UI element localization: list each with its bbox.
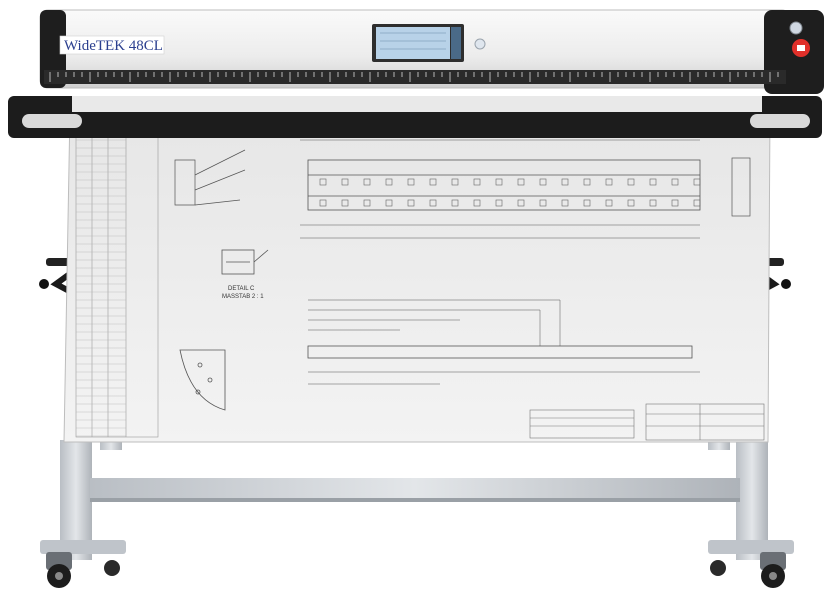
- scanner-body: WideTEK 48CL: [39, 9, 824, 94]
- stand-crossbar: [90, 478, 740, 500]
- scanner-product-photo: DETAIL C MASSTAB 2 : 1 WideTEK 48CL: [8, 9, 824, 588]
- stop-icon: [797, 45, 805, 51]
- paper-guide-left-roller: [22, 114, 82, 128]
- start-button[interactable]: [789, 21, 803, 35]
- stand-crossbar-shadow: [90, 498, 740, 502]
- caster-wheel-rear-left: [104, 560, 120, 576]
- stand-right-foot: [708, 540, 794, 554]
- brand-label: WideTEK 48CL: [64, 38, 163, 54]
- paper-guide: [8, 96, 822, 138]
- touchscreen-display[interactable]: [376, 27, 450, 59]
- touchscreen-sidebar[interactable]: [451, 27, 461, 59]
- caster-wheel-front-left-hub: [55, 572, 63, 580]
- paper-guide-right-roller: [750, 114, 810, 128]
- stand-right-arm-knob: [781, 279, 791, 289]
- power-button[interactable]: [474, 38, 486, 50]
- caster-wheels: [46, 552, 786, 588]
- stand-left-arm-knob: [39, 279, 49, 289]
- caster-wheel-front-right-hub: [769, 572, 777, 580]
- caster-wheel-rear-right: [710, 560, 726, 576]
- paper-document: DETAIL C MASSTAB 2 : 1: [63, 109, 771, 443]
- detail-c-label: DETAIL C: [228, 286, 255, 292]
- detail-c-scale: MASSTAB 2 : 1: [222, 294, 264, 300]
- paper-entry-sheet: [72, 96, 762, 112]
- stand-left-foot: [40, 540, 126, 554]
- scanner-scale-strip: [44, 70, 786, 84]
